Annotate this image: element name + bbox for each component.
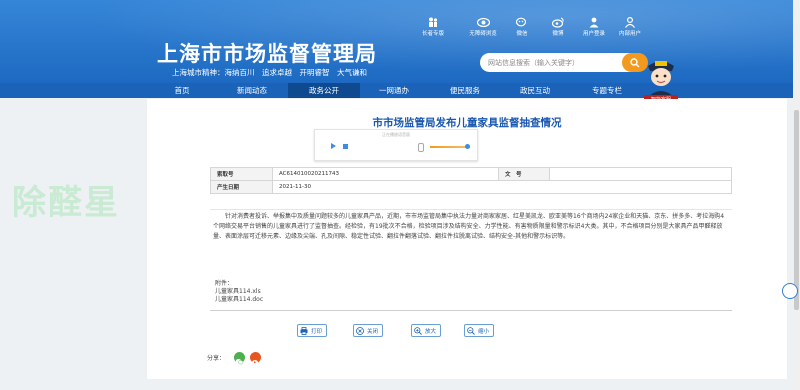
share-label: 分享： [207,355,226,362]
watermark: 除醛星 [12,183,120,223]
index-label: 索取号 [210,167,273,181]
attachments: 附件： 儿童家具114.xls 儿童家具114.doc [215,280,263,304]
print-label: 打印 [311,328,323,335]
printer-icon [300,326,308,335]
zoom-in-label: 放大 [425,328,437,335]
volume-icon[interactable] [418,143,424,152]
nav-gov-affairs[interactable]: 政务公开 [288,83,360,98]
nav-news[interactable]: 新闻动态 [222,83,282,98]
search-placeholder: 网站信息搜索（输入关键字） [488,59,579,67]
nav-convenience[interactable]: 便民服务 [435,83,495,98]
article-panel: 市市场监管局发布儿童家具监督抽查情况 正在播放语音版 索取号 AC6140100… [147,99,787,379]
weibo-link[interactable]: 微博 [538,17,578,37]
article-body: 针对消费者投诉、举报集中及质量问题较多的儿童家具产品，近期，市市场监管局集中执法… [213,212,729,243]
attachment-xls-link[interactable]: 儿童家具114.xls [215,288,263,296]
accessibility-label: 无障碍浏览 [469,31,497,37]
nav-interaction[interactable]: 政民互动 [505,83,565,98]
wechat-label: 微信 [516,31,528,37]
article-title: 市市场监管局发布儿童家具监督抽查情况 [372,117,562,129]
nav-topics[interactable]: 专题专栏 [577,83,637,98]
zoom-out-button[interactable]: 缩小 [464,324,495,337]
elder-mode-link[interactable]: 长者专版 [413,17,453,37]
zoom-in-icon [414,326,422,335]
zoom-out-label: 缩小 [478,328,490,335]
close-label: 关闭 [367,328,379,335]
date-value: 2021-11-30 [272,180,732,194]
user-icon [589,17,599,28]
play-icon[interactable] [331,143,336,149]
search-icon [630,57,640,67]
weibo-label: 微博 [552,31,564,37]
nav-online-service[interactable]: 一网通办 [364,83,424,98]
city-spirit-slogan: 上海城市精神：海纳百川 追求卓越 开明睿智 大气谦和 [172,68,367,77]
user-login-link[interactable]: 用户登录 [574,17,614,37]
attachment-doc-link[interactable]: 儿童家具114.doc [215,296,263,304]
internal-user-icon [625,17,635,28]
search-input[interactable]: 网站信息搜索（输入关键字） [480,53,640,72]
internal-user-label: 内部用户 [618,31,641,37]
audio-player: 正在播放语音版 [314,129,478,161]
accessibility-link[interactable]: 无障碍浏览 [463,17,503,37]
user-login-label: 用户登录 [582,31,605,37]
audio-progress-knob[interactable] [465,144,470,149]
doc-number-value [549,167,732,181]
elder-mode-label: 长者专版 [421,31,444,37]
scrollbar[interactable] [793,0,800,390]
site-title[interactable]: 上海市市场监督管理局 [157,38,377,68]
actions-divider [210,310,732,311]
print-button[interactable]: 打印 [297,324,328,337]
internal-user-link[interactable]: 内部用户 [610,17,650,37]
eye-icon [476,17,490,28]
index-value: AC614010020211743 [272,167,499,181]
wechat-link[interactable]: 微信 [502,17,542,37]
doc-number-label: 文 号 [498,167,550,181]
close-button[interactable]: 关闭 [353,324,384,337]
audio-progress[interactable] [430,146,470,148]
wechat-icon [516,17,527,27]
stop-icon[interactable] [343,144,348,149]
top-links: 长者专版 无障碍浏览 微信 微博 用户登录 内部用户 [422,17,645,41]
article-meta-table: 索取号 AC614010020211743 文 号 产生日期 2021-11-3… [210,167,732,194]
close-icon [356,326,364,335]
date-label: 产生日期 [210,180,273,194]
elder-icon [429,17,438,27]
share-weibo-icon[interactable] [250,352,261,365]
article-body-text: 针对消费者投诉、举报集中及质量问题较多的儿童家具产品，近期，市市场监管局集中执法… [213,213,725,241]
floating-badge-icon[interactable] [782,283,798,299]
nav-home[interactable]: 首页 [152,83,212,98]
audio-caption: 正在播放语音版 [382,132,410,137]
scrollbar-thumb[interactable] [794,110,799,310]
zoom-out-icon [467,326,475,335]
attachments-label: 附件： [215,280,234,287]
weibo-icon [552,17,564,28]
share-wechat-icon[interactable] [234,352,245,365]
meta-divider [210,209,732,210]
zoom-in-button[interactable]: 放大 [411,324,442,337]
